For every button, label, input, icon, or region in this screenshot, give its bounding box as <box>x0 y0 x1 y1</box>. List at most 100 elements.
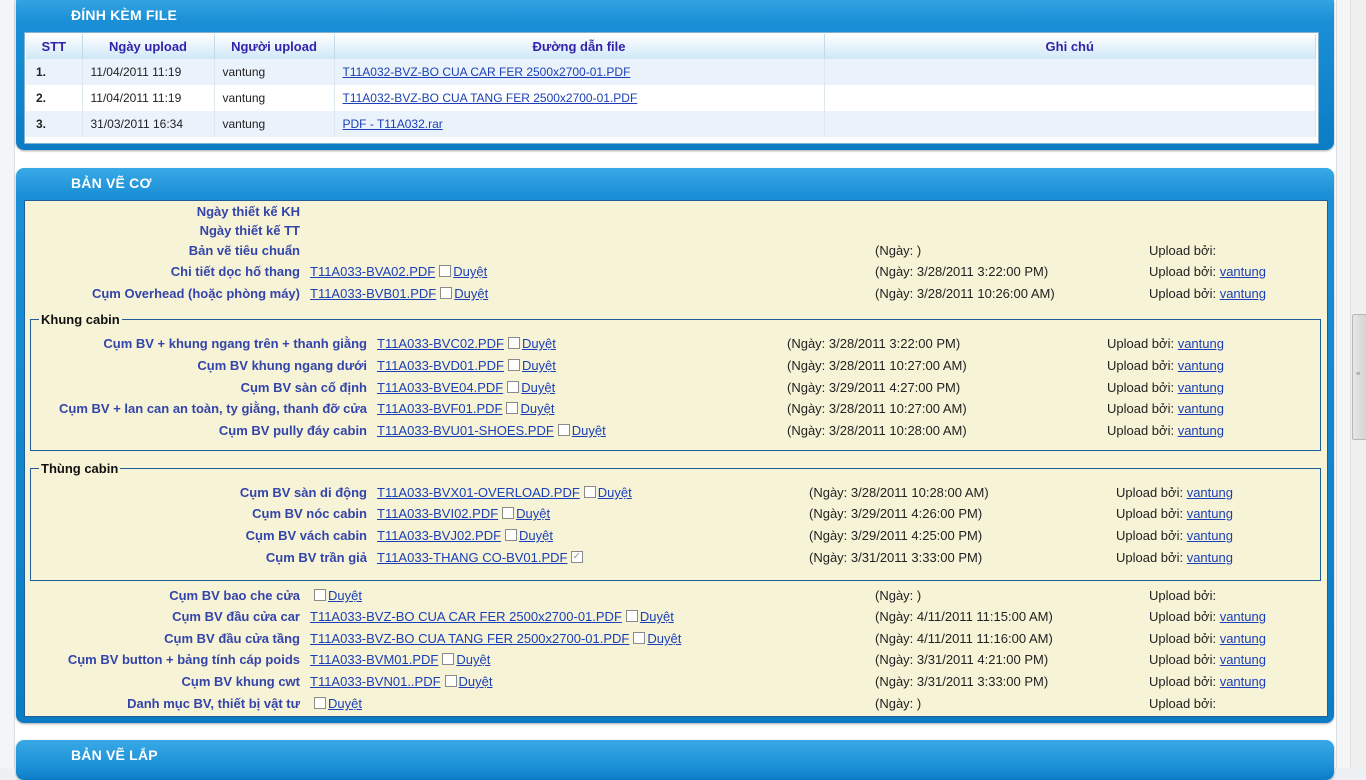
drawing-row-label: Cụm BV bao che cửa <box>169 588 300 603</box>
drawing-file-link[interactable]: T11A033-BVB01.PDF <box>310 286 436 301</box>
uploader-link[interactable]: vantung <box>1187 506 1233 521</box>
row-stt: 3. <box>26 111 83 137</box>
upload-by-label: Upload bởi: <box>1107 336 1175 351</box>
upload-by-label: Upload bởi: <box>1149 243 1217 258</box>
uploader-link[interactable]: vantung <box>1187 485 1233 500</box>
drawing-file-link[interactable]: T11A033-BVX01-OVERLOAD.PDF <box>377 485 580 500</box>
approve-checkbox[interactable] <box>505 529 518 541</box>
drawing-row-label: Chi tiết dọc hố thang <box>170 264 300 279</box>
upload-by: Upload bởi: vantung <box>1116 484 1233 502</box>
uploader-link[interactable]: vantung <box>1220 674 1266 689</box>
file-link[interactable]: T11A032-BVZ-BO CUA CAR FER 2500x2700-01.… <box>343 65 631 79</box>
upload-by: Upload bởi: vantung <box>1149 630 1266 648</box>
uploader-link[interactable]: vantung <box>1178 358 1224 373</box>
uploader-link[interactable]: vantung <box>1187 550 1233 565</box>
approve-checkbox[interactable] <box>583 486 596 498</box>
uploader-link[interactable]: vantung <box>1178 401 1224 416</box>
drawing-file-link[interactable]: T11A033-BVA02.PDF <box>310 264 435 279</box>
approve-checkbox[interactable] <box>440 287 453 299</box>
page-scrollbar[interactable]: ≡ <box>1350 0 1366 768</box>
uploader-link[interactable]: vantung <box>1220 286 1266 301</box>
upload-by-label: Upload bởi: <box>1149 631 1217 646</box>
mechanical-title: BẢN VẼ CƠ <box>71 175 152 191</box>
col-stt: STT <box>26 34 83 59</box>
approve-checkbox[interactable] <box>557 424 570 436</box>
drawing-date: (Ngày: 3/28/2011 10:27:00 AM) <box>787 401 967 416</box>
drawing-file-link[interactable]: T11A033-BVJ02.PDF <box>377 528 501 543</box>
upload-by-label: Upload bởi: <box>1107 358 1175 373</box>
approve-link[interactable]: Duyệt <box>598 485 632 500</box>
approve-link[interactable]: Duyệt <box>520 401 554 416</box>
approve-link[interactable]: Duyệt <box>456 652 490 667</box>
approve-checkbox[interactable] <box>507 337 520 349</box>
uploader-link[interactable]: vantung <box>1178 380 1224 395</box>
scrollbar-thumb[interactable]: ≡ <box>1352 314 1366 440</box>
attachments-table: STT Ngày upload Người upload Đường dẫn f… <box>26 34 1316 137</box>
drawing-file-link[interactable]: T11A033-BVN01..PDF <box>310 674 441 689</box>
upload-by: Upload bởi: <box>1149 695 1216 713</box>
drawing-file-link[interactable]: T11A033-BVF01.PDF <box>377 401 502 416</box>
approve-checkbox[interactable] <box>314 589 326 601</box>
uploader-link[interactable]: vantung <box>1220 264 1266 279</box>
drawing-file-link[interactable]: T11A033-BVZ-BO CUA CAR FER 2500x2700-01.… <box>310 609 622 624</box>
approve-checkbox[interactable] <box>507 359 520 371</box>
uploader-link[interactable]: vantung <box>1220 609 1266 624</box>
drawing-file-cell: T11A033-BVZ-BO CUA TANG FER 2500x2700-01… <box>310 630 681 648</box>
approve-checkbox[interactable] <box>442 653 455 665</box>
drawing-row-label: Cụm BV vách cabin <box>245 528 367 543</box>
approve-checkbox[interactable] <box>439 265 452 277</box>
row-user: vantung <box>214 85 335 111</box>
approve-link[interactable]: Duyệt <box>522 358 556 373</box>
file-link[interactable]: PDF - T11A032.rar <box>343 117 443 131</box>
drawing-date: (Ngày: 4/11/2011 11:15:00 AM) <box>875 609 1053 624</box>
row-date: 11/04/2011 11:19 <box>82 59 215 85</box>
table-row: 2. 11/04/2011 11:19 vantung T11A032-BVZ-… <box>26 85 1316 111</box>
drawing-file-link[interactable]: T11A033-BVE04.PDF <box>377 380 503 395</box>
drawing-file-cell: Duyệt <box>310 695 362 713</box>
drawing-date: (Ngày: 3/31/2011 4:21:00 PM) <box>875 652 1049 667</box>
drawing-file-link[interactable]: T11A033-BVI02.PDF <box>377 506 498 521</box>
drawing-date: (Ngày: 3/28/2011 10:26:00 AM) <box>875 286 1055 301</box>
attachments-title: ĐÍNH KÈM FILE <box>71 7 178 23</box>
approve-checkbox[interactable] <box>507 381 520 393</box>
drawing-file-cell: T11A033-BVI02.PDF Duyệt <box>377 505 550 523</box>
drawing-file-link[interactable]: T11A033-BVZ-BO CUA TANG FER 2500x2700-01… <box>310 631 629 646</box>
uploader-link[interactable]: vantung <box>1187 528 1233 543</box>
approve-checkbox[interactable] <box>625 610 638 622</box>
drawing-date: (Ngày: ) <box>875 696 922 711</box>
file-link[interactable]: T11A032-BVZ-BO CUA TANG FER 2500x2700-01… <box>343 91 638 105</box>
drawing-file-cell: T11A033-BVA02.PDF Duyệt <box>310 263 487 281</box>
approve-link[interactable]: Duyệt <box>328 696 362 711</box>
mechanical-drawings-panel: BẢN VẼ CƠ Khung cabin Thùng cabin Ngày t… <box>16 168 1334 723</box>
approve-link[interactable]: Duyệt <box>519 528 553 543</box>
approve-link[interactable]: Duyệt <box>453 264 487 279</box>
approve-link[interactable]: Duyệt <box>521 380 555 395</box>
approve-checkbox[interactable] <box>444 675 457 687</box>
grip-icon: ≡ <box>1356 371 1361 378</box>
approve-link[interactable]: Duyệt <box>328 588 362 603</box>
attachments-panel: ĐÍNH KÈM FILE STT Ngày upload Người uplo… <box>16 0 1334 150</box>
uploader-link[interactable]: vantung <box>1220 652 1266 667</box>
approve-checkbox[interactable] <box>506 402 519 414</box>
drawing-file-cell: T11A033-BVE04.PDF Duyệt <box>377 379 555 397</box>
uploader-link[interactable]: vantung <box>1220 631 1266 646</box>
approve-link[interactable]: Duyệt <box>572 423 606 438</box>
approve-checkbox[interactable] <box>571 548 584 566</box>
approve-link[interactable]: Duyệt <box>454 286 488 301</box>
uploader-link[interactable]: vantung <box>1178 336 1224 351</box>
drawing-file-link[interactable]: T11A033-BVC02.PDF <box>377 336 504 351</box>
approve-checkbox[interactable] <box>633 632 646 644</box>
approve-link[interactable]: Duyệt <box>640 609 674 624</box>
drawing-file-link[interactable]: T11A033-BVU01-SHOES.PDF <box>377 423 554 438</box>
approve-link[interactable]: Duyệt <box>647 631 681 646</box>
drawing-file-cell: T11A033-BVC02.PDF Duyệt <box>377 335 556 353</box>
drawing-file-link[interactable]: T11A033-THANG CO-BV01.PDF <box>377 550 567 565</box>
approve-checkbox[interactable] <box>314 697 326 709</box>
drawing-file-link[interactable]: T11A033-BVM01.PDF <box>310 652 438 667</box>
uploader-link[interactable]: vantung <box>1178 423 1224 438</box>
approve-link[interactable]: Duyệt <box>516 506 550 521</box>
approve-link[interactable]: Duyệt <box>522 336 556 351</box>
approve-link[interactable]: Duyệt <box>459 674 493 689</box>
approve-checkbox[interactable] <box>502 507 515 519</box>
drawing-file-link[interactable]: T11A033-BVD01.PDF <box>377 358 504 373</box>
